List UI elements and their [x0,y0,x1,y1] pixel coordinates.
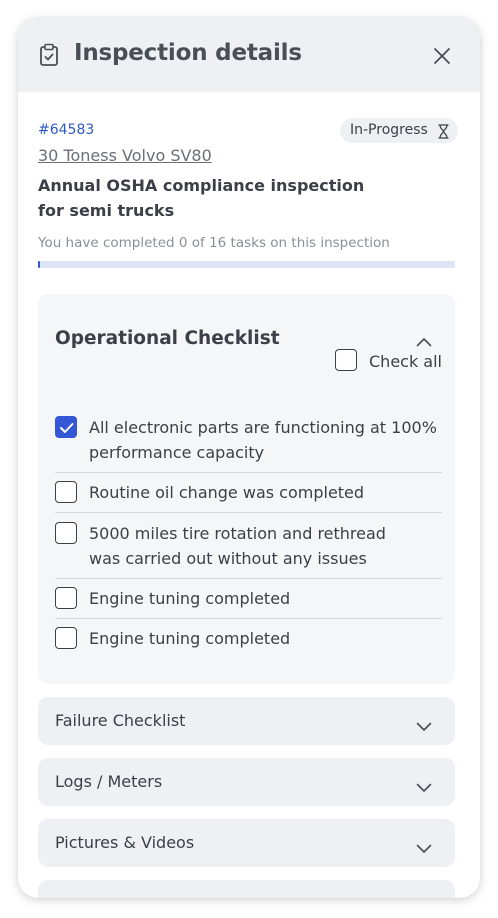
checklist-item-label: All electronic parts are functioning at … [89,418,437,462]
section-label: Pictures & Videos [55,833,195,852]
collapse-button[interactable] [416,332,432,347]
next-section-partial[interactable] [38,880,455,898]
divider [55,512,442,513]
checklist-item-label: 5000 miles tire rotation and rethread wa… [89,524,386,568]
divider [55,618,442,619]
chevron-down-icon [416,778,432,792]
checkbox[interactable] [55,481,77,503]
pictures-videos-section[interactable]: Pictures & Videos [38,819,455,867]
check-all-label: Check all [369,352,442,371]
chevron-down-icon [416,839,432,853]
divider [55,472,442,473]
checkbox-checked[interactable] [55,416,77,438]
checklist-item-label: Engine tuning completed [89,629,291,648]
panel-header: Inspection details [18,18,480,92]
operational-checklist-card: Operational Checklist Check all All elec… [38,294,455,684]
hourglass-icon [438,123,449,139]
chevron-down-icon [416,717,432,731]
checkbox[interactable] [55,587,77,609]
failure-checklist-section[interactable]: Failure Checklist [38,697,455,745]
inspection-details-panel: Inspection details #64583 In-Progress 30… [18,18,480,898]
checkbox[interactable] [55,522,77,544]
clipboard-check-icon [38,43,60,67]
progress-bar-fill [38,261,40,268]
checklist-item-label: Routine oil change was completed [89,483,365,502]
section-label: Logs / Meters [55,772,163,791]
inspection-id-link[interactable]: #64583 [38,122,94,138]
status-label: In-Progress [350,122,428,138]
close-icon [434,48,450,64]
divider [55,578,442,579]
status-badge: In-Progress [340,118,458,143]
progress-bar [38,261,455,268]
inspection-title: Annual OSHA compliance inspection for se… [38,176,365,220]
checkbox[interactable] [55,627,77,649]
checkmark-icon [60,423,74,433]
operational-checklist-title: Operational Checklist [55,328,280,349]
close-button[interactable] [430,44,454,68]
section-label: Failure Checklist [55,711,186,730]
chevron-up-icon [416,338,432,347]
checklist-item-label: Engine tuning completed [89,589,291,608]
vehicle-link[interactable]: 30 Toness Volvo SV80 [38,146,212,165]
logs-meters-section[interactable]: Logs / Meters [38,758,455,806]
checkbox[interactable] [335,349,357,371]
panel-title: Inspection details [74,40,302,66]
progress-text: You have completed 0 of 16 tasks on this… [38,235,390,251]
